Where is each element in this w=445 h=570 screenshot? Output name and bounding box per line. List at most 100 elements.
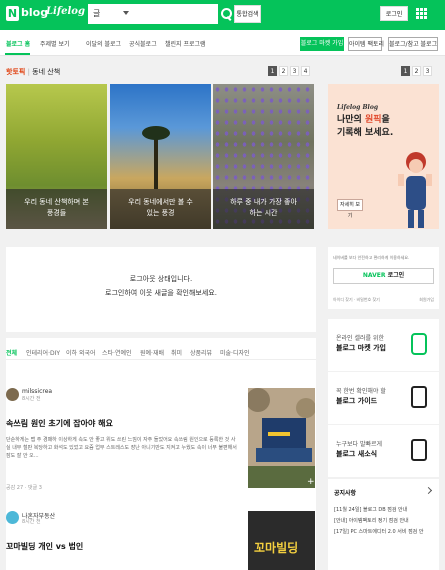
market-join-button[interactable]: 블로그 마켓 가입 xyxy=(300,37,344,51)
blog-guide-card[interactable]: 꼭 한번 확인해야 할 블로그 가이드 xyxy=(328,372,439,424)
phone-icon xyxy=(411,333,427,355)
login-message: 로그아웃 상태입니다. 로그인하여 이웃 새글을 확인해보세요. xyxy=(6,272,316,300)
chevron-down-icon[interactable] xyxy=(123,11,129,15)
avatar[interactable] xyxy=(6,511,19,524)
login-status-panel: 로그아웃 상태입니다. 로그인하여 이웃 새글을 확인해보세요. xyxy=(6,247,316,332)
post-author[interactable]: milssicrea xyxy=(22,388,52,395)
nav-monthly[interactable]: 이달의 블로그 xyxy=(86,39,121,48)
card-title: 블로그 새소식 xyxy=(336,450,378,458)
card-title: 블로그 가이드 xyxy=(336,397,378,405)
separator: | xyxy=(27,68,30,76)
page-button[interactable]: 1 xyxy=(401,66,410,76)
ad-highlight: 원픽 xyxy=(364,115,382,125)
topic-card[interactable]: 하루 중 내가 가장 좋아 하는 시간 xyxy=(213,84,314,229)
avatar[interactable] xyxy=(6,388,19,401)
card-caption-text: 우리 동네에서만 볼 수 있는 풍경 xyxy=(128,198,193,217)
card-title: 블로그 마켓 가입 xyxy=(336,344,386,352)
category-tab[interactable]: 스타·연예인 xyxy=(102,348,132,357)
login-hint: 네이버를 보다 안전하고 편리하게 이용하세요. xyxy=(333,255,410,260)
page-button[interactable]: 3 xyxy=(290,66,299,76)
post-time: 8시간 전 xyxy=(22,396,41,402)
topic-title: 동네 산책 xyxy=(32,68,61,76)
post-time: 8시간 전 xyxy=(22,519,41,525)
post-meta: 공감 27 · 댓글 3 xyxy=(6,485,42,491)
nav-home[interactable]: 블로그 홈 xyxy=(6,39,30,48)
svg-text:+: + xyxy=(307,477,315,487)
news-list-icon xyxy=(411,439,427,461)
hot-topic-heading: 핫토픽 | 동네 산책 xyxy=(6,67,60,77)
card-caption: 하루 중 내가 가장 좋아 하는 시간 xyxy=(213,189,314,229)
signup-link[interactable]: 회원가입 xyxy=(419,297,434,303)
ad-line1-end: 을 xyxy=(381,115,390,125)
nav-topics[interactable]: 주제별 보기 xyxy=(40,39,70,48)
notice-item[interactable]: [17일] PC 스마트에디터 2.0 서비 점검 안 xyxy=(334,528,423,535)
post-thumbnail[interactable]: + xyxy=(248,388,315,488)
thumb-text: 꼬마빌딩 xyxy=(254,541,299,555)
login-text: 로그인 xyxy=(385,272,405,279)
search-input[interactable] xyxy=(131,7,216,21)
category-tab[interactable]: 전체 xyxy=(6,348,17,357)
card-caption: 우리 동네 산책하며 본 풍경들 xyxy=(6,189,107,229)
page-button[interactable]: 2 xyxy=(279,66,288,76)
nav-challenge[interactable]: 챌린지 프로그램 xyxy=(165,39,206,48)
card-caption-text: 우리 동네 산책하며 본 풍경들 xyxy=(24,198,89,217)
category-tab[interactable]: 원예·재배 xyxy=(140,348,164,357)
unified-search-button[interactable]: 통합검색 xyxy=(234,5,261,23)
blog-news-card[interactable]: 누구보다 발빠르게 블로그 새소식 xyxy=(328,425,439,477)
category-tab[interactable]: 미술·디자인 xyxy=(220,348,250,357)
hot-topic-label[interactable]: 핫토픽 xyxy=(6,68,25,76)
ad-headline: 나만의 원픽을 기록해 보세요. xyxy=(337,114,393,140)
topic-card[interactable]: 우리 동네 산책하며 본 풍경들 xyxy=(6,84,107,229)
find-account-links[interactable]: 아이디 찾기 · 비밀번호 찾기 xyxy=(333,297,380,303)
palm-tree-image xyxy=(142,126,170,189)
write-blog-button[interactable]: 블로그/참고 블로그 xyxy=(388,37,438,51)
ad-brand: Lifelog Blog xyxy=(337,104,379,111)
notice-item[interactable]: [안내] 아이템팩토리 정기 점검 안내 xyxy=(334,517,409,524)
category-tab[interactable]: 상품리뷰 xyxy=(190,348,212,357)
card-caption: 우리 동네에서만 볼 수 있는 풍경 xyxy=(110,189,211,229)
login-button[interactable]: 로그인 xyxy=(380,6,408,21)
category-tab[interactable]: 취미 xyxy=(171,348,182,357)
card-subtitle: 누구보다 발빠르게 xyxy=(336,441,383,448)
post-item[interactable]: 나혼자부동산 8시간 전 꼬마빌딩 개인 vs 법인 꼬마빌딩 xyxy=(6,511,316,570)
nav-official[interactable]: 공식블로그 xyxy=(129,39,157,48)
category-tab[interactable]: 인테리어·DIY xyxy=(26,348,60,357)
search-type-select[interactable]: 글 xyxy=(93,8,100,19)
login-status-text: 로그아웃 상태입니다. xyxy=(129,275,193,283)
page-button[interactable]: 3 xyxy=(423,66,432,76)
chevron-right-icon[interactable] xyxy=(424,486,433,495)
post-feed: 전체 인테리어·DIY 이하 외국어 스타·연예인 원예·재배 취미 상품리뷰 … xyxy=(6,338,316,570)
ad-detail-button[interactable]: 자세히 보기 xyxy=(337,199,363,219)
post-item[interactable]: milssicrea 8시간 전 속쓰림 원인 초기에 잡아야 해요 단순하게는… xyxy=(6,388,316,498)
card-caption-text: 하루 중 내가 가장 좋아 하는 시간 xyxy=(230,198,297,217)
post-title[interactable]: 꼬마빌딩 개인 vs 법인 xyxy=(6,541,83,552)
notice-panel: 공지사항 [11월 24일] 블로그 DB 점검 안내 [안내] 아이템팩토리 … xyxy=(328,479,439,570)
notice-item[interactable]: [11월 24일] 블로그 DB 점검 안내 xyxy=(334,506,407,513)
naver-login-button[interactable]: NAVER 로그인 xyxy=(333,268,434,284)
page-button[interactable]: 1 xyxy=(268,66,277,76)
nav-active-indicator xyxy=(5,53,30,55)
ad-line1: 나만의 xyxy=(337,115,365,125)
naver-logo-icon[interactable]: N xyxy=(6,6,19,21)
promo-banner[interactable]: Lifelog Blog 나만의 원픽을 기록해 보세요. 자세히 보기 xyxy=(328,84,439,229)
search-icon[interactable] xyxy=(219,4,233,24)
post-thumbnail[interactable]: 꼬마빌딩 xyxy=(248,511,315,570)
market-join-card[interactable]: 온라인 셀러를 위한 블로그 마켓 가입 xyxy=(328,319,439,371)
topic-pager: 1 2 3 4 xyxy=(268,66,310,76)
app-grid-icon[interactable] xyxy=(416,8,427,19)
post-title[interactable]: 속쓰림 원인 초기에 잡아야 해요 xyxy=(6,418,113,429)
page-button[interactable]: 4 xyxy=(301,66,310,76)
login-prompt-text[interactable]: 로그인하여 이웃 새글을 확인해보세요. xyxy=(6,286,316,300)
category-tabs: 전체 인테리어·DIY 이하 외국어 스타·연예인 원예·재배 취미 상품리뷰 … xyxy=(6,346,316,360)
post-excerpt[interactable]: 단순하게는 맵 주 경패하 이상하게 속도 안 좋고 위도 쓰린 느낌이 자주 … xyxy=(6,436,238,460)
page-button[interactable]: 2 xyxy=(412,66,421,76)
card-subtitle: 온라인 셀러를 위한 xyxy=(336,335,384,342)
item-factory-button[interactable]: 아이템 팩토리 xyxy=(348,37,384,51)
card-subtitle: 꼭 한번 확인해야 할 xyxy=(336,388,386,395)
notice-title[interactable]: 공지사항 xyxy=(334,488,356,497)
guide-book-icon xyxy=(411,386,427,408)
topic-card[interactable]: 우리 동네에서만 볼 수 있는 풍경 xyxy=(110,84,211,229)
blog-logo[interactable]: blog xyxy=(21,6,48,19)
category-tab[interactable]: 이하 외국어 xyxy=(66,348,96,357)
ad-line2: 기록해 보세요. xyxy=(337,128,394,138)
